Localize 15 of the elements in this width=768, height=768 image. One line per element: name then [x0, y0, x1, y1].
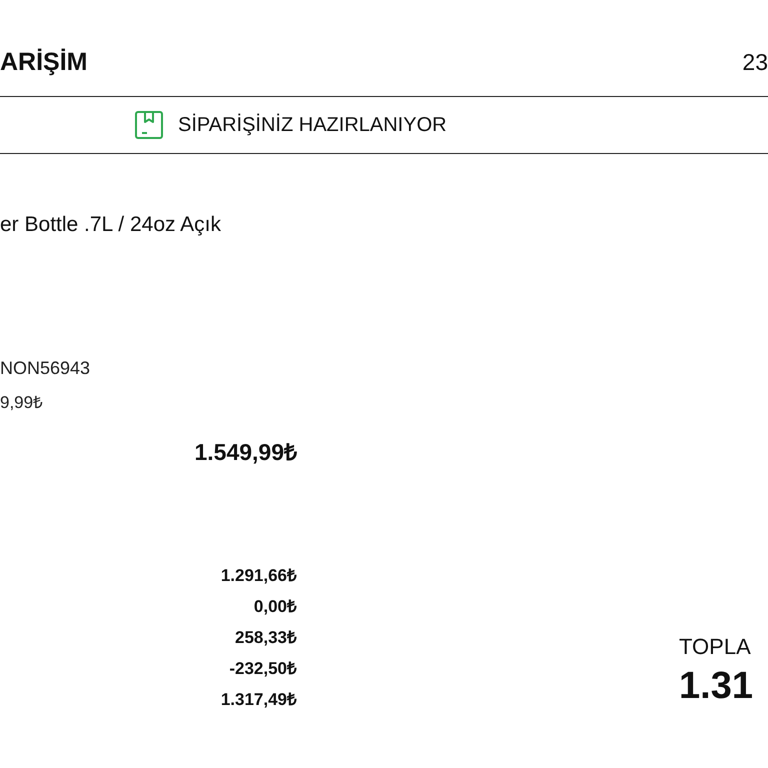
product-code: NON56943	[0, 357, 90, 380]
summary-amount: 258,33₺	[235, 627, 297, 649]
summary-amount: 1.291,66₺	[220, 565, 297, 587]
summary-amount: 1.317,49₺	[220, 689, 297, 711]
summary-amount: 0,00₺	[254, 596, 297, 618]
line-total: 1.549,99₺	[194, 438, 297, 466]
total-label: TOPLA	[679, 634, 751, 660]
order-title: ARİŞİM	[0, 47, 88, 77]
header-number: 23	[742, 48, 768, 76]
box-icon	[135, 111, 163, 139]
total-amount: 1.31	[679, 666, 753, 706]
summary-amount: -232,50₺	[229, 658, 297, 680]
unit-price: 9,99₺	[0, 392, 44, 414]
product-name: er Bottle .7L / 24oz Açık	[0, 212, 222, 238]
status-label: SİPARİŞİNİZ HAZIRLANIYOR	[178, 112, 447, 138]
